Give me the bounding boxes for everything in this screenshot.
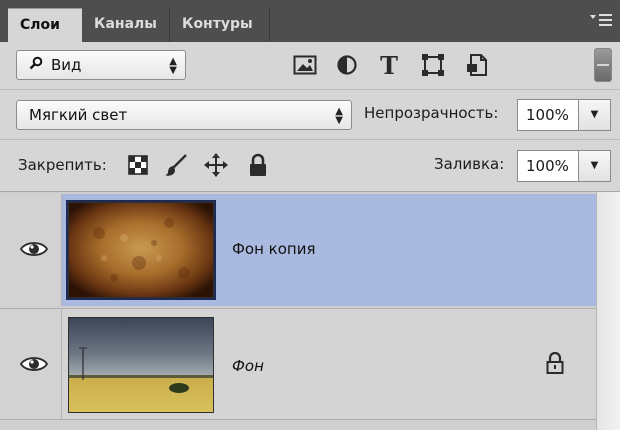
search-icon <box>29 52 43 80</box>
tab-layers[interactable]: Слои <box>8 8 82 42</box>
shape-filter-icon[interactable] <box>420 51 446 79</box>
filter-kind-label: Вид <box>51 56 82 74</box>
fill-input[interactable]: 100% <box>517 150 579 182</box>
opacity-input[interactable]: 100% <box>517 99 579 131</box>
layer-name[interactable]: Фон <box>232 357 264 375</box>
opacity-dropdown-button[interactable]: ▼ <box>579 99 611 131</box>
image-filter-icon[interactable] <box>292 51 318 79</box>
layer-filter-row: Вид ▲ ▼ T <box>0 42 620 90</box>
smart-object-filter-icon[interactable] <box>464 51 490 79</box>
layer-thumbnail-grunge-texture[interactable] <box>68 202 214 298</box>
panel-menu-icon[interactable] <box>588 12 614 32</box>
blend-mode-select[interactable]: Мягкий свет ▲ ▼ <box>16 100 352 130</box>
filter-toggle-switch[interactable] <box>594 48 612 82</box>
layers-scrollbar[interactable] <box>596 192 620 430</box>
opacity-label: Непрозрачность: <box>364 104 499 122</box>
blend-row: Мягкий свет ▲ ▼ Непрозрачность: 100% ▼ <box>0 90 620 140</box>
layer-thumbnail-prairie-storm[interactable] <box>68 317 214 413</box>
blend-mode-label: Мягкий свет <box>29 106 128 124</box>
visibility-column <box>0 309 62 419</box>
eye-visibility-icon[interactable] <box>19 355 49 373</box>
select-arrows-icon: ▲ ▼ <box>169 56 177 76</box>
adjustment-filter-icon[interactable] <box>334 51 360 79</box>
tab-channels[interactable]: Каналы <box>82 8 170 42</box>
select-arrows-icon: ▲ ▼ <box>335 106 343 126</box>
lock-label: Закрепить: <box>18 156 107 174</box>
fill-dropdown-button[interactable]: ▼ <box>579 150 611 182</box>
filter-kind-select[interactable]: Вид ▲ ▼ <box>16 50 186 80</box>
eye-visibility-icon[interactable] <box>19 240 49 258</box>
lock-all-icon[interactable] <box>246 152 270 178</box>
layer-row-fon-kopiya[interactable]: Фон копия <box>0 194 596 306</box>
tab-paths[interactable]: Контуры <box>170 8 270 42</box>
layer-lock-icon[interactable] <box>545 351 565 375</box>
fill-label: Заливка: <box>434 155 505 173</box>
lock-transparent-pixels-icon[interactable] <box>126 152 150 178</box>
panel-tab-bar: Слои Каналы Контуры <box>0 0 620 42</box>
layer-name[interactable]: Фон копия <box>232 240 315 258</box>
layer-row-fon[interactable]: Фон <box>0 308 596 420</box>
type-filter-icon[interactable]: T <box>376 51 402 80</box>
lock-image-pixels-brush-icon[interactable] <box>164 152 188 178</box>
lock-position-move-icon[interactable] <box>204 152 228 178</box>
lock-row: Закрепить: Заливка: 100% ▼ <box>0 140 620 192</box>
layers-list: Фон копия Фон <box>0 192 620 430</box>
visibility-column <box>0 194 62 306</box>
